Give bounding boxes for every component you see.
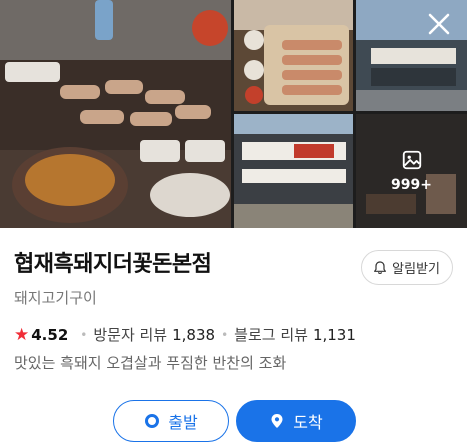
place-description: 맛있는 흑돼지 오겹살과 푸짐한 반찬의 조화 (14, 354, 287, 372)
origin-button[interactable]: 출발 (113, 400, 229, 442)
alarm-label: 알림받기 (392, 262, 440, 277)
more-photos-overlay[interactable]: 999+ (356, 114, 467, 228)
star-icon: ★ (14, 324, 30, 345)
bell-icon (374, 260, 387, 274)
destination-button[interactable]: 도착 (236, 400, 356, 442)
blog-review-label[interactable]: 블로그 리뷰 (234, 324, 308, 345)
photo-main-image (0, 0, 231, 228)
photo-gallery: 999+ (0, 0, 467, 228)
gallery-icon (402, 150, 421, 170)
photo-c[interactable] (234, 114, 353, 228)
origin-dot-icon (145, 414, 160, 428)
separator-dot: • (221, 327, 229, 342)
location-pin-icon (271, 414, 283, 428)
place-category: 돼지고기구이 (14, 289, 97, 307)
more-photos-count: 999+ (391, 177, 432, 193)
destination-label: 도착 (293, 413, 323, 432)
photo-main[interactable] (0, 0, 231, 228)
rating-value: 4.52 (31, 325, 69, 344)
place-name: 협재흑돼지더꽃돈본점 (14, 252, 212, 277)
photo-c-image (234, 114, 353, 228)
photo-d[interactable]: 999+ (356, 114, 467, 228)
visitor-review-count[interactable]: 1,838 (172, 326, 215, 344)
blog-review-count[interactable]: 1,131 (313, 326, 356, 344)
photo-a[interactable] (234, 0, 353, 111)
photo-a-image (234, 0, 353, 111)
separator-dot: • (80, 327, 88, 342)
origin-label: 출발 (168, 413, 198, 432)
alarm-button[interactable]: 알림받기 (361, 250, 453, 285)
visitor-review-label[interactable]: 방문자 리뷰 (93, 324, 167, 345)
review-stats: ★ 4.52 • 방문자 리뷰 1,838 • 블로그 리뷰 1,131 (14, 324, 356, 345)
close-icon[interactable] (425, 10, 453, 38)
